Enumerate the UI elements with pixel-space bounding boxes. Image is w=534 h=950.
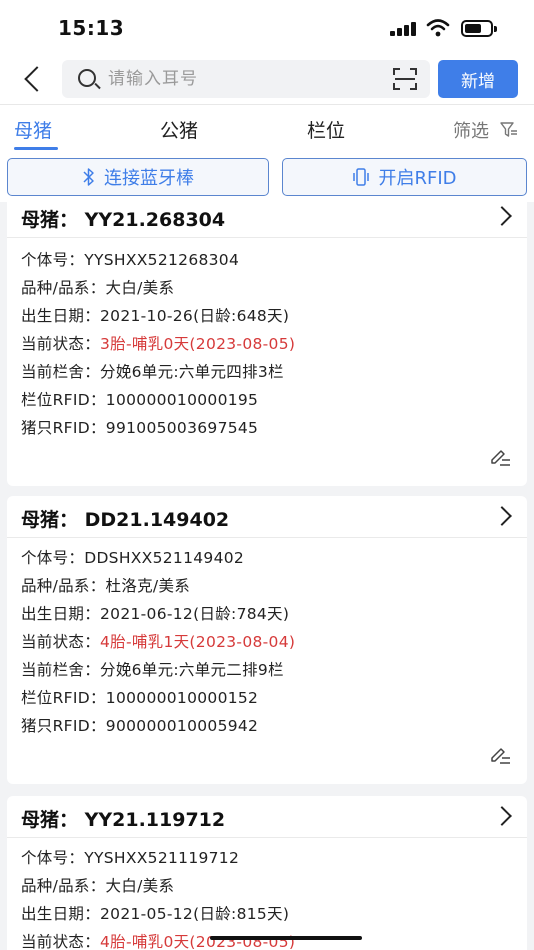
- edit-icon[interactable]: [489, 448, 511, 468]
- card-header[interactable]: 母猪： YY21.119712: [7, 796, 527, 838]
- card-title: 母猪： DD21.149402: [21, 509, 230, 531]
- pig-rfid-row: 猪只RFID：991005003697545: [21, 419, 259, 437]
- enable-rfid-label: 开启RFID: [378, 168, 457, 189]
- enable-rfid-button[interactable]: 开启RFID: [282, 158, 527, 196]
- status-row: 当前状态：3胎-哺乳0天(2023-08-05): [21, 335, 296, 353]
- birth-row: 出生日期：2021-06-12(日龄:784天): [21, 605, 290, 623]
- pen-rfid-row: 栏位RFID：100000010000195: [21, 391, 259, 409]
- search-input[interactable]: [108, 64, 378, 94]
- nav-bar: 新增: [0, 56, 534, 104]
- wifi-icon: [426, 19, 450, 37]
- chevron-right-icon[interactable]: [492, 806, 512, 826]
- sow-card[interactable]: 母猪： DD21.149402 个体号：DDSHXX521149402 品种/品…: [7, 496, 527, 784]
- active-tab-indicator: [14, 147, 58, 150]
- tab-pen[interactable]: 栏位: [307, 116, 345, 143]
- edit-icon[interactable]: [489, 746, 511, 766]
- home-indicator: [210, 936, 362, 940]
- chevron-right-icon[interactable]: [492, 506, 512, 526]
- birth-row: 出生日期：2021-10-26(日龄:648天): [21, 307, 290, 325]
- sow-card[interactable]: 母猪： YY21.268304 个体号：YYSHXX521268304 品种/品…: [7, 196, 527, 486]
- breed-row: 品种/品系：杜洛克/美系: [21, 577, 191, 595]
- search-box[interactable]: [62, 60, 430, 98]
- card-header[interactable]: 母猪： DD21.149402: [7, 496, 527, 538]
- action-row: 连接蓝牙棒 开启RFID: [0, 152, 534, 202]
- bluetooth-icon: [83, 168, 94, 186]
- tab-sow[interactable]: 母猪: [14, 116, 52, 143]
- filter-icon[interactable]: [500, 122, 518, 138]
- id-row: 个体号：DDSHXX521149402: [21, 549, 245, 567]
- filter-button[interactable]: 筛选: [453, 117, 489, 143]
- card-title: 母猪： YY21.268304: [21, 209, 226, 231]
- status-bar: 15:13: [0, 0, 534, 56]
- status-row: 当前状态：4胎-哺乳1天(2023-08-04): [21, 633, 296, 651]
- tab-boar[interactable]: 公猪: [160, 116, 198, 143]
- pen-rfid-row: 栏位RFID：100000010000152: [21, 689, 259, 707]
- pen-row: 当前栏舍：分娩6单元:六单元二排9栏: [21, 661, 284, 679]
- status-time: 15:13: [58, 16, 125, 40]
- id-row: 个体号：YYSHXX521268304: [21, 251, 240, 269]
- breed-row: 品种/品系：大白/美系: [21, 279, 175, 297]
- sow-card[interactable]: 母猪： YY21.119712 个体号：YYSHXX521119712 品种/品…: [7, 796, 527, 950]
- vibrate-icon: [353, 168, 370, 186]
- battery-icon: [461, 20, 497, 37]
- scan-icon[interactable]: [393, 68, 417, 90]
- chevron-right-icon[interactable]: [492, 206, 512, 226]
- status-row: 当前状态：4胎-哺乳0天(2023-08-05): [21, 933, 296, 950]
- pen-row: 当前栏舍：分娩6单元:六单元四排3栏: [21, 363, 284, 381]
- card-title: 母猪： YY21.119712: [21, 809, 226, 831]
- card-header[interactable]: 母猪： YY21.268304: [7, 196, 527, 238]
- back-icon[interactable]: [20, 64, 48, 94]
- connect-bluetooth-button[interactable]: 连接蓝牙棒: [7, 158, 269, 196]
- id-row: 个体号：YYSHXX521119712: [21, 849, 240, 867]
- birth-row: 出生日期：2021-05-12(日龄:815天): [21, 905, 290, 923]
- pig-rfid-row: 猪只RFID：900000010005942: [21, 717, 259, 735]
- add-button[interactable]: 新增: [438, 60, 518, 98]
- tab-bar: 母猪 公猪 栏位 筛选: [0, 104, 534, 152]
- breed-row: 品种/品系：大白/美系: [21, 877, 175, 895]
- connect-bluetooth-label: 连接蓝牙棒: [104, 168, 194, 189]
- cellular-signal-icon: [390, 22, 418, 36]
- search-icon: [78, 69, 96, 87]
